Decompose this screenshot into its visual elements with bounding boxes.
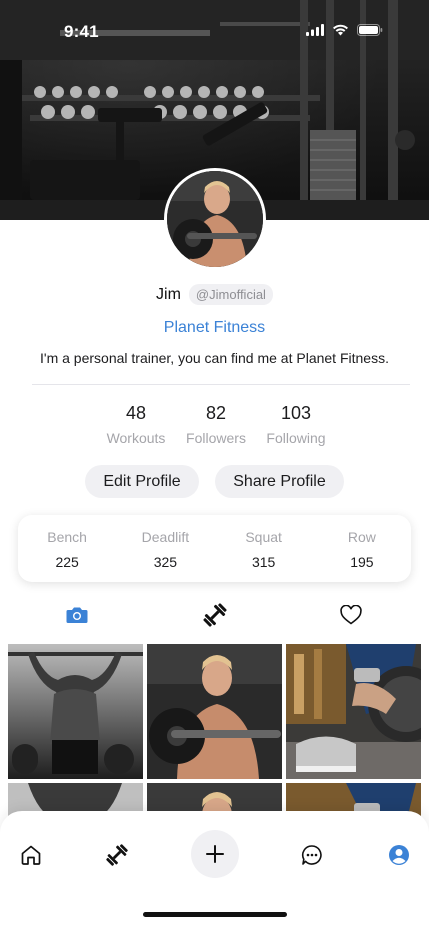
lift-value: 315 [251,554,276,570]
nav-messages[interactable] [298,841,326,869]
stat-label: Followers [186,430,246,446]
stat-value: 48 [125,403,147,423]
stat-label: Following [266,430,326,446]
personal-records-card: Bench 225 Deadlift 325 Squat 315 Row 195 [18,515,411,582]
stats-row: 48 Workouts 82 Followers 103 Following [96,403,336,446]
stat-label: Workouts [106,430,166,446]
lift-label: Squat [245,529,282,545]
stat-following[interactable]: 103 Following [256,403,336,446]
lift-value: 225 [55,554,79,570]
lift-value: 325 [153,554,178,570]
home-icon [21,845,41,865]
home-indicator [143,912,287,917]
lift-bench: Bench 225 [18,515,116,582]
nav-home[interactable] [17,841,45,869]
status-icons [306,24,383,36]
lift-value: 195 [350,554,374,570]
lift-label: Deadlift [141,529,190,545]
lift-label: Row [347,529,376,545]
stat-value: 103 [280,403,312,423]
stat-followers[interactable]: 82 Followers [176,403,256,446]
status-bar: 9:41 [0,0,429,60]
nav-profile[interactable] [385,841,413,869]
status-time: 9:41 [64,22,99,41]
stat-value: 82 [205,403,227,423]
name-row: Jim @Jimofficial [0,284,429,305]
plus-icon [206,845,224,863]
tab-liked[interactable] [336,600,366,630]
wifi-icon [333,24,348,36]
content-tabs [0,600,429,630]
bottom-nav [0,811,429,927]
edit-profile-button[interactable]: Edit Profile [85,465,199,498]
battery-icon [357,24,383,36]
display-name: Jim [156,285,181,303]
dumbbell-icon [106,844,128,866]
username-handle: @Jimofficial [188,284,273,305]
lift-squat: Squat 315 [215,515,313,582]
gym-link[interactable]: Planet Fitness [0,319,429,337]
photo-tile[interactable] [286,644,421,779]
bio-text: I'm a personal trainer, you can find me … [40,350,389,366]
camera-icon [66,607,88,623]
photo-tile[interactable] [8,644,143,779]
lift-deadlift: Deadlift 325 [116,515,214,582]
profile-icon [389,845,409,865]
nav-add-button[interactable] [191,830,239,878]
stat-workouts[interactable]: 48 Workouts [96,403,176,446]
photo-tile[interactable] [147,644,282,779]
avatar[interactable] [164,168,266,270]
chat-icon [301,845,322,865]
heart-icon [340,605,362,625]
dumbbell-icon [203,603,227,627]
signal-icon [306,24,324,36]
nav-workouts[interactable] [103,841,131,869]
share-profile-button[interactable]: Share Profile [215,465,344,498]
divider [32,384,410,385]
lift-row: Row 195 [313,515,411,582]
tab-photos[interactable] [62,600,92,630]
lift-label: Bench [47,529,87,545]
tab-workouts[interactable] [200,600,230,630]
